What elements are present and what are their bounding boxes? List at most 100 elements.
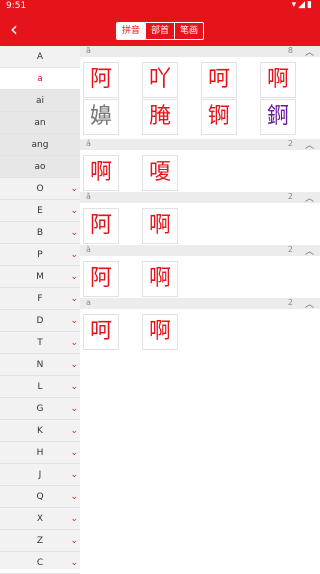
sidebar-item-t[interactable]: T ⌄: [0, 332, 80, 354]
sidebar-item-p[interactable]: P ⌄: [0, 244, 80, 266]
collapse-up-icon: ︿: [304, 48, 314, 58]
chevron-down-icon: ⌄: [70, 228, 78, 238]
sidebar-item-g[interactable]: G ⌄: [0, 398, 80, 420]
sidebar-item-ang[interactable]: ang: [0, 134, 80, 156]
character-cell[interactable]: 嬶: [83, 99, 119, 135]
sidebar-item-n[interactable]: N ⌄: [0, 354, 80, 376]
section-count: 2: [287, 139, 293, 148]
section-pinyin: á: [86, 139, 91, 148]
sidebar-item-label: H: [36, 448, 44, 458]
sidebar-item-m[interactable]: M ⌄: [0, 266, 80, 288]
app-bar: ‹ 拼音 部首 笔画: [0, 14, 320, 46]
status-icons: ▾◢▮: [291, 0, 314, 10]
sidebar-item-x[interactable]: X ⌄: [0, 508, 80, 530]
sidebar-item-a[interactable]: A: [0, 46, 80, 68]
collapse-up-icon: ︿: [304, 247, 314, 257]
chevron-down-icon: ⌄: [70, 316, 78, 326]
section-header[interactable]: ā 8 ︿: [80, 46, 320, 58]
sidebar-item-o[interactable]: O ⌄: [0, 178, 80, 200]
chevron-down-icon: ⌄: [70, 250, 78, 260]
character-cell[interactable]: 呵: [201, 62, 237, 98]
sidebar-item-an[interactable]: an: [0, 112, 80, 134]
sidebar-item-e[interactable]: E ⌄: [0, 200, 80, 222]
chevron-down-icon: ⌄: [70, 492, 78, 502]
section-header[interactable]: a 2 ︿: [80, 298, 320, 310]
tab-stroke[interactable]: 笔画: [174, 23, 203, 39]
chevron-down-icon: ⌄: [70, 470, 78, 480]
section-count: 8: [287, 46, 293, 55]
chevron-down-icon: ⌄: [70, 360, 78, 370]
chevron-down-icon: ⌄: [70, 206, 78, 216]
back-icon[interactable]: ‹: [10, 19, 18, 39]
character-cell[interactable]: 啊: [142, 261, 178, 297]
character-cell[interactable]: 啊: [260, 62, 296, 98]
sidebar-item-label: J: [38, 470, 42, 480]
character-cell[interactable]: 锕: [201, 99, 237, 135]
character-cell[interactable]: 阿: [83, 62, 119, 98]
sidebar-item-label: F: [37, 294, 43, 304]
section-pinyin: ā: [86, 46, 91, 55]
sidebar-item-l[interactable]: L ⌄: [0, 376, 80, 398]
character-cell[interactable]: 啊: [142, 208, 178, 244]
sidebar-item-label: K: [37, 426, 43, 436]
character-cell[interactable]: 啊: [83, 155, 119, 191]
section-header[interactable]: á 2 ︿: [80, 139, 320, 151]
chevron-down-icon: ⌄: [70, 404, 78, 414]
sidebar-item-label: Z: [36, 536, 44, 546]
collapse-up-icon: ︿: [304, 141, 314, 151]
sidebar-item-c[interactable]: C ⌄: [0, 552, 80, 574]
sidebar-item-q[interactable]: Q ⌄: [0, 486, 80, 508]
sidebar-item-h[interactable]: H ⌄: [0, 442, 80, 464]
sidebar-item-label: ao: [34, 162, 46, 172]
chevron-down-icon: ⌄: [70, 448, 78, 458]
chevron-down-icon: ⌄: [70, 272, 78, 282]
chevron-down-icon: ⌄: [70, 382, 78, 392]
sidebar-item-label: T: [37, 338, 43, 348]
sidebar-item-label: a: [37, 74, 43, 84]
chevron-down-icon: ⌄: [70, 426, 78, 436]
sidebar-item-label: P: [37, 250, 43, 260]
sidebar-item-d[interactable]: D ⌄: [0, 310, 80, 332]
sidebar-item-z[interactable]: Z ⌄: [0, 530, 80, 552]
chevron-down-icon: ⌄: [70, 558, 78, 568]
tab-pinyin[interactable]: 拼音: [117, 23, 145, 39]
chevron-down-icon: ⌄: [70, 514, 78, 524]
tab-radical[interactable]: 部首: [145, 23, 174, 39]
character-cell[interactable]: 嗄: [142, 155, 178, 191]
character-cell[interactable]: 呵: [83, 314, 119, 350]
sidebar-item-f[interactable]: F ⌄: [0, 288, 80, 310]
chevron-down-icon: ⌄: [70, 184, 78, 194]
sidebar-item-ai[interactable]: ai: [0, 90, 80, 112]
sidebar-item-label: N: [36, 360, 44, 370]
sidebar-item-ao[interactable]: ao: [0, 156, 80, 178]
sidebar-item-j[interactable]: J ⌄: [0, 464, 80, 486]
section-header[interactable]: ǎ 2 ︿: [80, 192, 320, 204]
chevron-down-icon: ⌄: [70, 294, 78, 304]
status-time: 9:51: [6, 1, 27, 11]
section-header[interactable]: à 2 ︿: [80, 245, 320, 257]
section-pinyin: ǎ: [86, 192, 91, 201]
character-cell[interactable]: 阿: [83, 261, 119, 297]
status-bar: 9:51 ▾◢▮: [0, 0, 320, 14]
sidebar-item-b[interactable]: B ⌄: [0, 222, 80, 244]
sidebar-item-label: D: [36, 316, 44, 326]
sidebar-item-label: A: [36, 52, 44, 62]
character-cell[interactable]: 錒: [260, 99, 296, 135]
character-cell[interactable]: 阿: [83, 208, 119, 244]
sidebar-item-label: O: [36, 184, 44, 194]
character-cell[interactable]: 啊: [142, 314, 178, 350]
sidebar-item-label: ai: [35, 96, 44, 106]
sidebar-item-label: M: [36, 272, 44, 282]
sidebar-item-a[interactable]: a: [0, 68, 80, 90]
character-cell[interactable]: 腌: [142, 99, 178, 135]
sidebar-item-k[interactable]: K ⌄: [0, 420, 80, 442]
sidebar-item-label: Q: [36, 492, 44, 502]
section-count: 2: [287, 245, 293, 254]
sidebar-item-label: an: [34, 118, 46, 128]
section-pinyin: a: [86, 298, 91, 307]
collapse-up-icon: ︿: [304, 194, 314, 204]
section-count: 2: [287, 298, 293, 307]
character-cell[interactable]: 吖: [142, 62, 178, 98]
section-count: 2: [287, 192, 293, 201]
sidebar-item-label: B: [36, 228, 44, 238]
